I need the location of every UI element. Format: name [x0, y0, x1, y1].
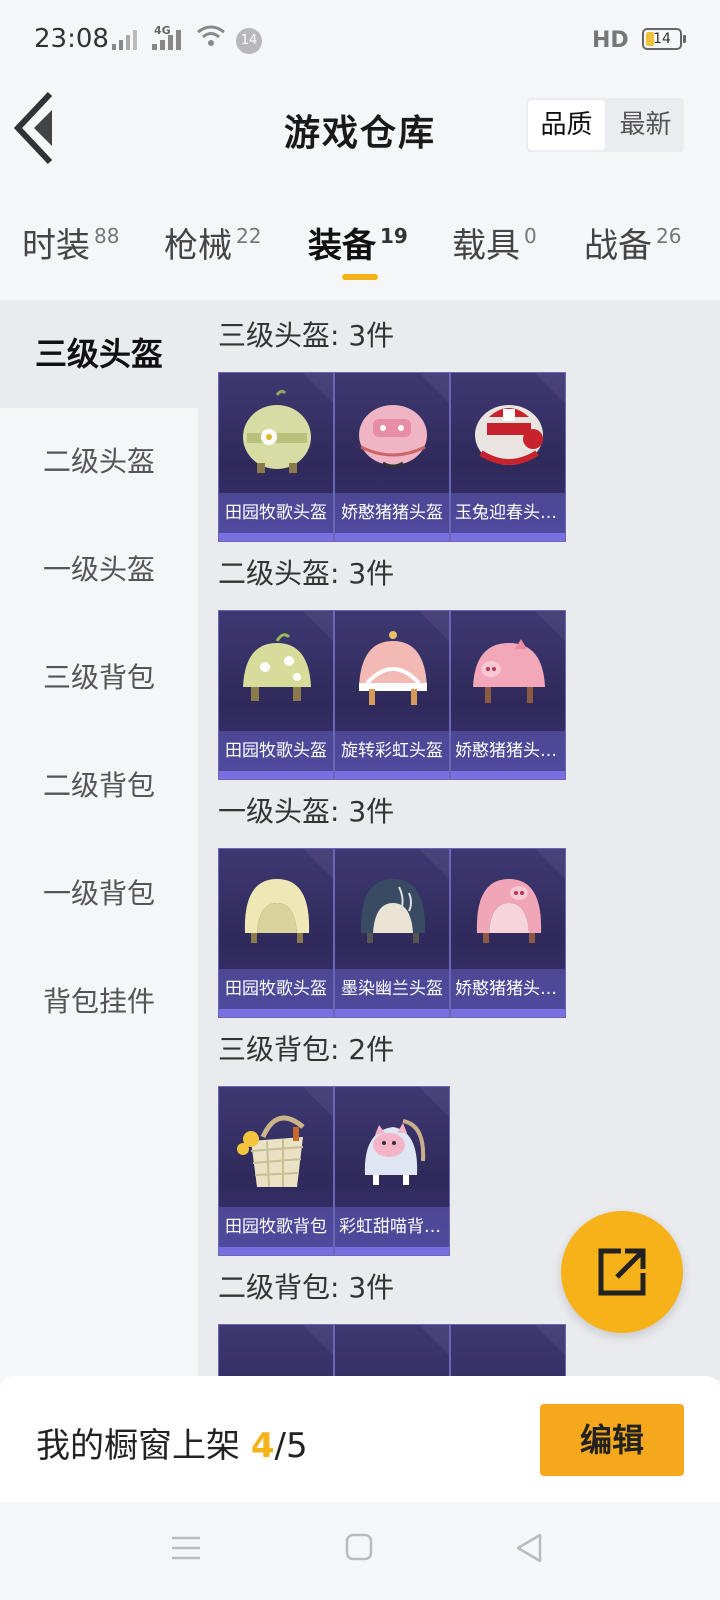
signal-icon-1	[112, 28, 137, 50]
item-card[interactable]: 娇憨猪猪头盔	[334, 372, 450, 542]
hd-indicator: HD	[592, 28, 629, 53]
showcase-status: 我的橱窗上架 4/5	[36, 1426, 308, 1466]
item-name: 娇憨猪猪头盔...	[451, 969, 565, 1009]
category-tabs: 时装 88 枪械 22 装备 19 载具 0 战备 26	[0, 180, 720, 300]
share-icon	[598, 1248, 646, 1296]
item-name: 墨染幽兰头盔	[335, 969, 449, 1009]
side-menu: 三级头盔 二级头盔 一级头盔 三级背包 二级背包 一级背包 背包挂件	[0, 300, 198, 1380]
backpack-image	[364, 1119, 426, 1185]
item-card[interactable]: 田园牧歌头盔	[218, 372, 334, 542]
helmet-image	[243, 389, 311, 473]
helmet-image	[360, 879, 426, 943]
item-card[interactable]: 娇憨猪猪头盔...	[450, 610, 566, 780]
back-nav-icon[interactable]	[514, 1532, 544, 1564]
active-tab-indicator	[342, 274, 378, 280]
item-card[interactable]	[218, 1324, 334, 1380]
tab-combat-gear[interactable]: 战备 26	[584, 218, 681, 267]
showcase-total: /5	[274, 1426, 308, 1466]
section-title: 二级背包: 3件	[218, 1271, 395, 1304]
item-card[interactable]: 娇憨猪猪头盔...	[450, 848, 566, 1018]
notification-badge: 14	[236, 28, 262, 54]
item-card[interactable]	[334, 1324, 450, 1380]
tab-equipment[interactable]: 装备 19	[308, 218, 408, 280]
item-card[interactable]: 彩虹甜喵背包...	[334, 1086, 450, 1256]
item-name: 田园牧歌头盔	[219, 493, 333, 533]
side-item-backpack-charm[interactable]: 背包挂件	[0, 948, 198, 1056]
item-card[interactable]: 田园牧歌头盔	[218, 610, 334, 780]
section-title: 三级头盔: 3件	[218, 319, 395, 352]
helmet-image	[243, 633, 311, 701]
item-card[interactable]: 墨染幽兰头盔	[334, 848, 450, 1018]
item-grid: 田园牧歌头盔 墨染幽兰头盔 娇憨猪猪头盔...	[218, 848, 566, 1018]
helmet-image	[473, 639, 545, 703]
item-name: 娇憨猪猪头盔	[335, 493, 449, 533]
sort-toggle: 品质 最新	[526, 98, 684, 152]
sort-quality-button[interactable]: 品质	[528, 100, 605, 150]
item-name: 旋转彩虹头盔	[335, 731, 449, 771]
side-item-level2-backpack[interactable]: 二级背包	[0, 732, 198, 840]
item-name: 田园牧歌背包	[219, 1207, 333, 1247]
battery-icon: 14	[642, 28, 686, 50]
status-bar: 23:08 4G 14 HD 14	[0, 0, 720, 80]
sort-newest-button[interactable]: 最新	[607, 98, 684, 152]
edit-button[interactable]: 编辑	[540, 1404, 684, 1476]
clock: 23:08	[34, 24, 109, 54]
item-name: 田园牧歌头盔	[219, 731, 333, 771]
item-card[interactable]: 旋转彩虹头盔	[334, 610, 450, 780]
battery-level: 14	[653, 31, 671, 47]
item-grid	[218, 1324, 566, 1380]
side-item-level1-backpack[interactable]: 一级背包	[0, 840, 198, 948]
item-card[interactable]: 田园牧歌背包	[218, 1086, 334, 1256]
item-name: 彩虹甜喵背包...	[335, 1207, 449, 1247]
side-item-level2-helmet[interactable]: 二级头盔	[0, 408, 198, 516]
helmet-image	[244, 879, 310, 943]
system-nav-bar	[0, 1502, 720, 1600]
item-name: 娇憨猪猪头盔...	[451, 731, 565, 771]
tab-weapons[interactable]: 枪械 22	[164, 218, 261, 267]
app-header: 游戏仓库 品质 最新	[0, 80, 720, 180]
side-item-level3-helmet[interactable]: 三级头盔	[0, 300, 198, 408]
home-icon[interactable]	[344, 1532, 374, 1562]
side-item-level1-helmet[interactable]: 一级头盔	[0, 516, 198, 624]
showcase-current: 4	[250, 1426, 275, 1466]
item-grid: 田园牧歌背包 彩虹甜喵背包...	[218, 1086, 450, 1256]
item-name: 玉兔迎春头盔...	[451, 493, 565, 533]
item-name: 田园牧歌头盔	[219, 969, 333, 1009]
item-card[interactable]: 田园牧歌头盔	[218, 848, 334, 1018]
section-title: 二级头盔: 3件	[218, 557, 395, 590]
showcase-bar: 我的橱窗上架 4/5 编辑	[0, 1376, 720, 1502]
section-title: 一级头盔: 3件	[218, 795, 395, 828]
helmet-image	[476, 879, 542, 943]
tab-vehicles[interactable]: 载具 0	[452, 218, 537, 267]
item-card[interactable]: 玉兔迎春头盔...	[450, 372, 566, 542]
menu-icon[interactable]	[170, 1532, 202, 1564]
helmet-image	[359, 631, 427, 705]
helmet-image	[359, 405, 427, 468]
side-item-level3-backpack[interactable]: 三级背包	[0, 624, 198, 732]
item-card[interactable]	[450, 1324, 566, 1380]
item-grid: 田园牧歌头盔 娇憨猪猪头盔 玉兔迎春头盔...	[218, 372, 566, 542]
share-button[interactable]	[561, 1211, 683, 1333]
backpack-image	[237, 1115, 305, 1188]
helmet-image	[475, 405, 543, 465]
wifi-icon	[197, 25, 225, 46]
section-title: 三级背包: 2件	[218, 1033, 395, 1066]
tab-fashion[interactable]: 时装 88	[22, 218, 119, 267]
signal-icon-2	[152, 28, 181, 50]
item-grid: 田园牧歌头盔 旋转彩虹头盔 娇憨猪猪头盔...	[218, 610, 566, 780]
